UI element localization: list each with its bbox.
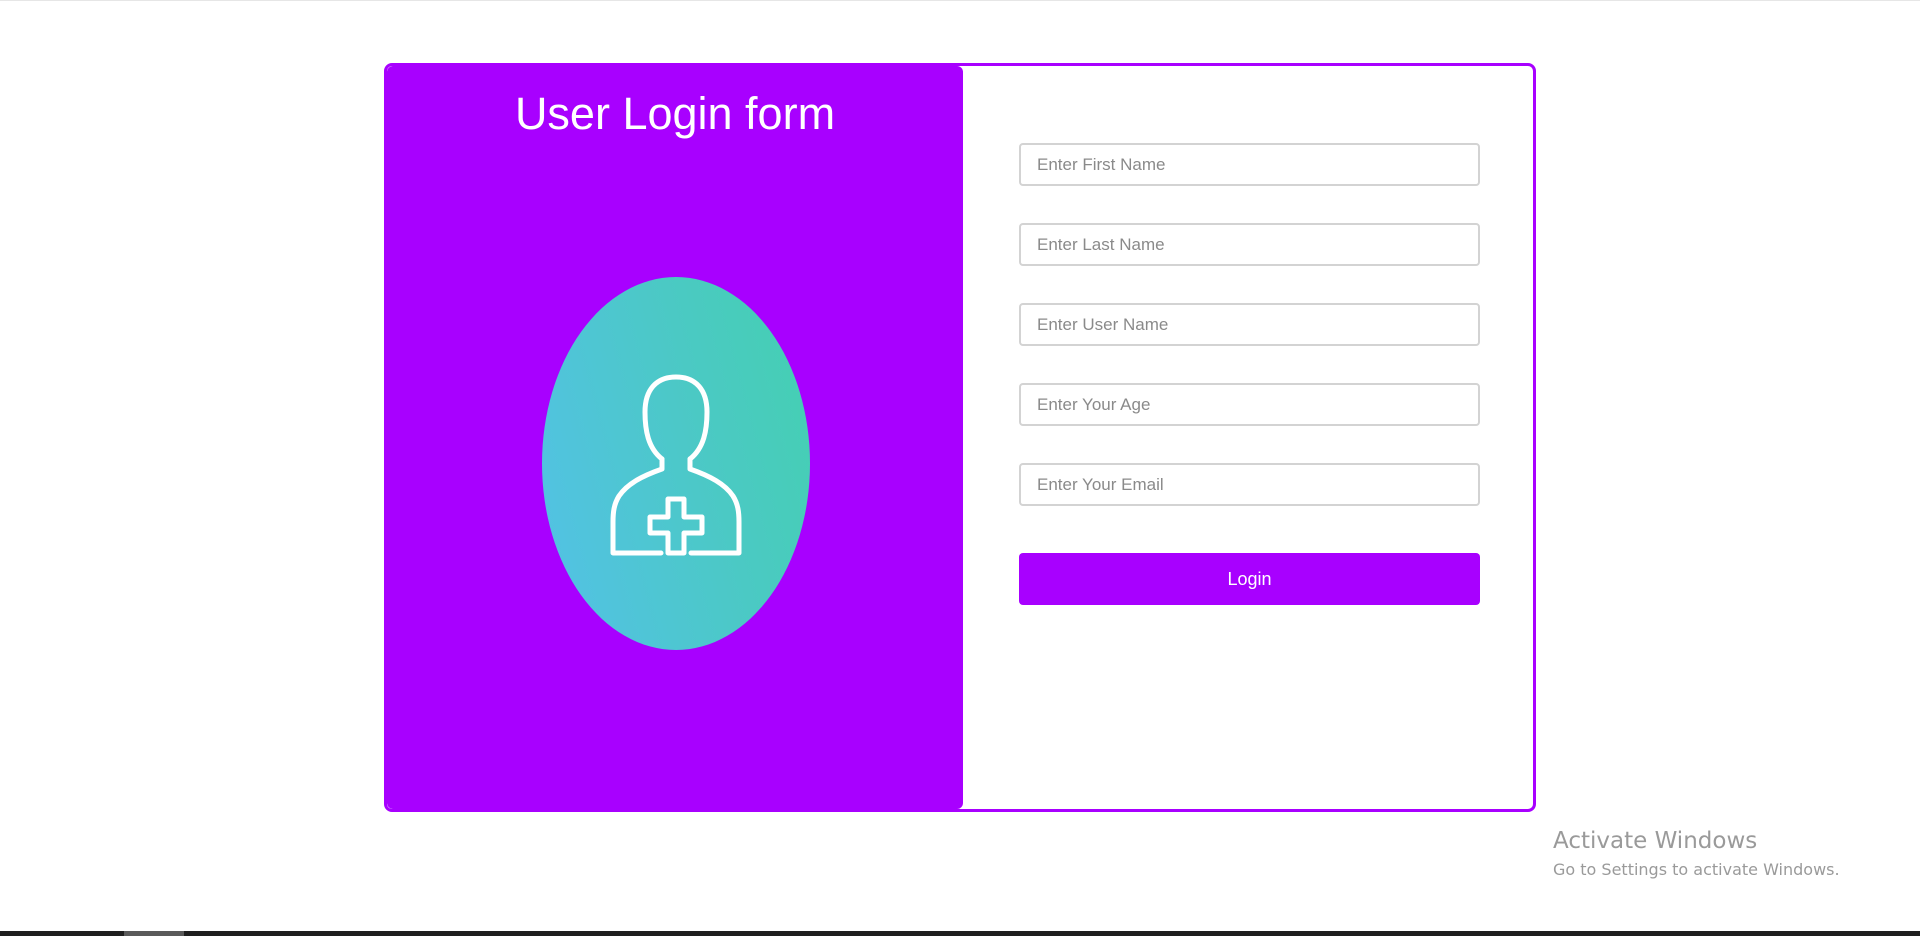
last-name-field[interactable]	[1019, 223, 1480, 266]
taskbar-edge	[0, 931, 1920, 936]
form-panel: Login	[963, 66, 1533, 809]
age-field[interactable]	[1019, 383, 1480, 426]
form-title: User Login form	[514, 88, 836, 139]
user-add-icon	[610, 374, 742, 556]
login-button[interactable]: Login	[1019, 553, 1480, 605]
taskbar-highlight	[124, 931, 184, 936]
login-card: User Login form Login	[384, 63, 1536, 812]
activate-windows-watermark: Activate Windows Go to Settings to activ…	[1553, 828, 1840, 879]
watermark-subtitle: Go to Settings to activate Windows.	[1553, 860, 1840, 879]
avatar	[542, 277, 810, 650]
left-panel: User Login form	[387, 66, 963, 809]
email-field[interactable]	[1019, 463, 1480, 506]
user-name-field[interactable]	[1019, 303, 1480, 346]
top-divider	[0, 0, 1920, 1]
watermark-title: Activate Windows	[1553, 828, 1758, 854]
first-name-field[interactable]	[1019, 143, 1480, 186]
